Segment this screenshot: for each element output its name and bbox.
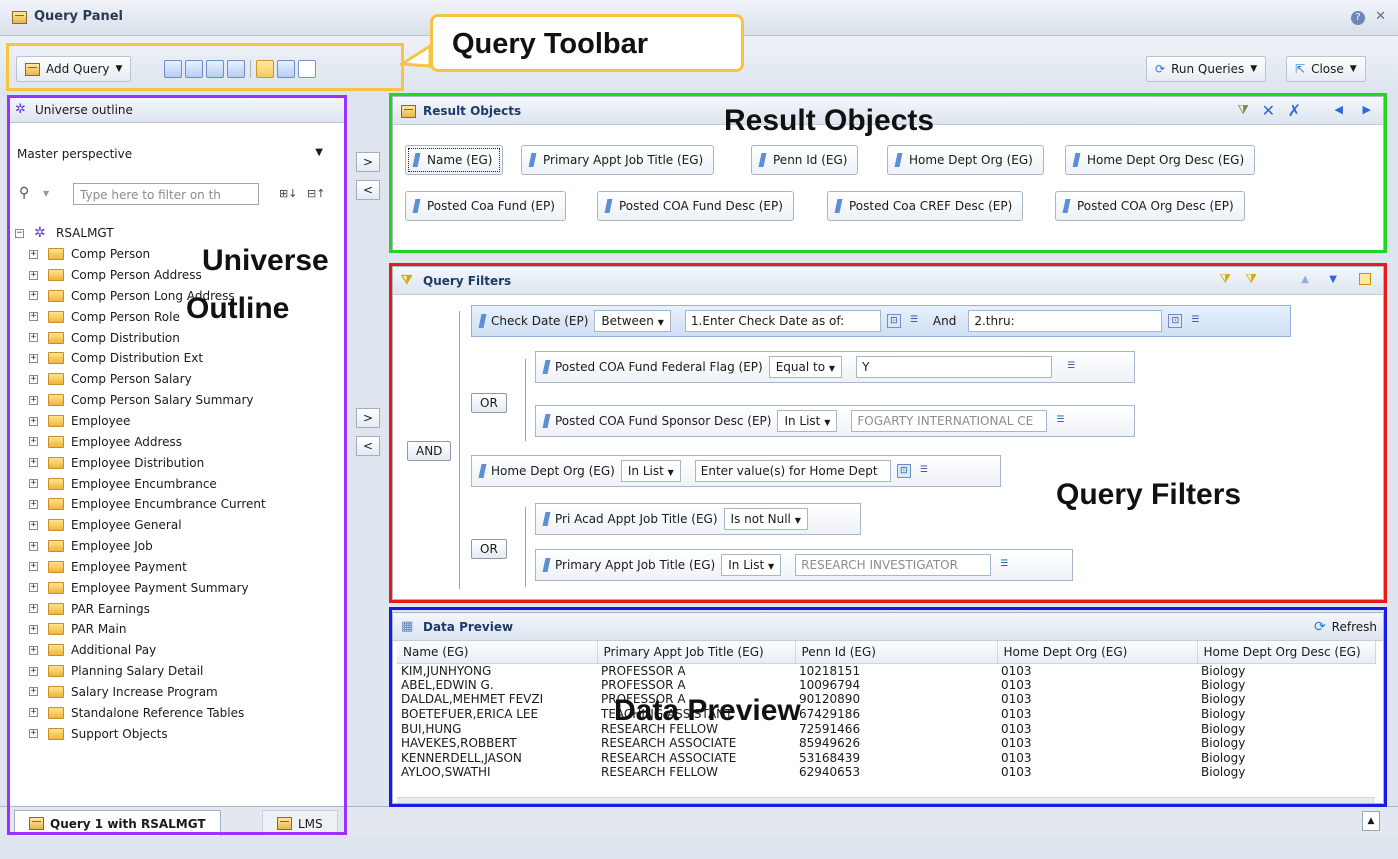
annotation-result-objects: Result Objects [724, 104, 935, 137]
remove-filter-button[interactable]: < [356, 436, 380, 456]
annotation-outline: Outline [186, 292, 290, 325]
remove-result-object-button[interactable]: < [356, 180, 380, 200]
query-panel-icon [12, 11, 27, 24]
annotation-universe: Universe [202, 244, 329, 277]
annotation-data-preview: Data Preview [614, 694, 801, 727]
annotation-data-preview-box [389, 607, 1387, 807]
close-button[interactable]: ⇱ Close ▼ [1286, 56, 1366, 82]
window-title: Query Panel [34, 9, 124, 24]
annotation-outline-box [7, 95, 347, 835]
window-controls: ? ✕ [1350, 9, 1386, 25]
add-filter-button[interactable]: > [356, 408, 380, 428]
chevron-down-icon: ▼ [1349, 64, 1357, 74]
annotation-toolbar-box [6, 43, 404, 91]
run-queries-button[interactable]: ⟳ Run Queries ▼ [1146, 56, 1267, 82]
add-result-object-button[interactable]: > [356, 152, 380, 172]
help-icon[interactable]: ? [1350, 11, 1365, 25]
chevron-down-icon: ▼ [1250, 64, 1258, 74]
close-icon[interactable]: ✕ [1375, 9, 1386, 24]
refresh-icon: ⟳ [1155, 62, 1166, 76]
annotation-query-filters: Query Filters [1056, 478, 1242, 511]
annotation-query-filters-box [389, 263, 1387, 603]
close-query-icon: ⇱ [1295, 62, 1306, 76]
annotation-query-toolbar: Query Toolbar [452, 28, 649, 60]
scroll-up-icon[interactable]: ▲ [1362, 811, 1380, 831]
